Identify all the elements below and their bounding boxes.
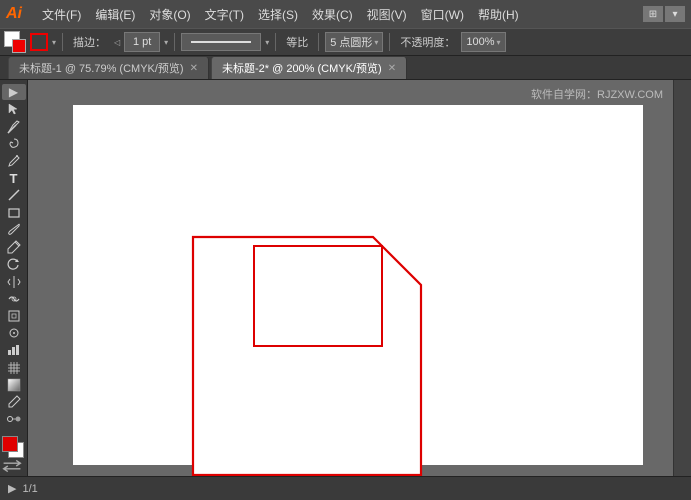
color-indicator[interactable] [2, 436, 26, 454]
fill-color-fg[interactable] [2, 436, 18, 452]
tab-1-label: 未标题-1 @ 75.79% (CMYK/预览) [19, 60, 184, 76]
tab-2-close[interactable]: ✕ [388, 63, 396, 74]
drawing-canvas [28, 80, 673, 476]
menu-select[interactable]: 选择(S) [252, 4, 304, 25]
tool-symbol[interactable] [2, 325, 26, 341]
stroke-value-input[interactable] [124, 32, 160, 52]
tab-2-label: 未标题-2* @ 200% (CMYK/预览) [222, 60, 382, 76]
menu-bar: 文件(F) 编辑(E) 对象(O) 文字(T) 选择(S) 效果(C) 视图(V… [36, 4, 639, 25]
tool-selection[interactable]: ▶ [2, 84, 26, 100]
sep3 [275, 33, 276, 51]
menu-effect[interactable]: 效果(C) [306, 4, 359, 25]
app-logo: Ai [6, 5, 28, 23]
sep5 [389, 33, 390, 51]
tool-mesh[interactable] [2, 360, 26, 376]
tool-eyedropper[interactable] [2, 394, 26, 410]
stroke-label: 描边： [69, 34, 110, 50]
stroke-square-icon[interactable] [30, 33, 48, 51]
status-text: ▶ [8, 482, 16, 495]
window-controls: ⊞ ▾ [643, 6, 685, 22]
opacity-dropdown[interactable]: 100% ▾ [461, 32, 505, 52]
stroke-chevron2[interactable]: ◁ [114, 38, 120, 47]
title-bar: Ai 文件(F) 编辑(E) 对象(O) 文字(T) 选择(S) 效果(C) 视… [0, 0, 691, 28]
tool-free-transform[interactable] [2, 308, 26, 324]
tool-line[interactable] [2, 187, 26, 203]
tool-reflect[interactable] [2, 273, 26, 289]
opacity-chevron: ▾ [497, 38, 501, 47]
status-bar: ▶ 1/1 [0, 476, 691, 500]
sep1 [62, 33, 63, 51]
stroke-chevron3[interactable]: ▾ [164, 38, 168, 47]
stroke-chevron[interactable]: ▾ [52, 38, 56, 47]
tool-warp[interactable] [2, 291, 26, 307]
ratio-label: 等比 [282, 34, 312, 50]
main-area: ▶ T [0, 80, 691, 476]
tool-pencil[interactable] [2, 239, 26, 255]
tool-blend[interactable] [2, 411, 26, 427]
tab-1[interactable]: 未标题-1 @ 75.79% (CMYK/预览) ✕ [8, 57, 209, 79]
swap-colors-btn[interactable] [2, 459, 26, 476]
tool-graph[interactable] [2, 342, 26, 358]
menu-view[interactable]: 视图(V) [361, 4, 413, 25]
toolbox: ▶ T [0, 80, 28, 476]
opacity-area: 不透明度： 100% ▾ [396, 32, 505, 52]
dropdown-icon[interactable]: ▾ [665, 6, 685, 22]
menu-edit[interactable]: 编辑(E) [89, 4, 141, 25]
tool-rectangle[interactable] [2, 205, 26, 221]
right-panel-strip [673, 80, 691, 476]
opacity-value: 100% [466, 36, 494, 48]
tool-paintbrush[interactable] [2, 222, 26, 238]
tool-pen[interactable] [2, 153, 26, 169]
menu-help[interactable]: 帮助(H) [472, 4, 525, 25]
tool-gradient[interactable] [2, 377, 26, 393]
canvas-area[interactable]: 软件自学网：RJZXW.COM [28, 80, 673, 476]
tool-magic-wand[interactable] [2, 118, 26, 134]
stroke-color-selector[interactable] [4, 31, 26, 53]
tab-2[interactable]: 未标题-2* @ 200% (CMYK/预览) ✕ [211, 57, 407, 79]
point-shape-dropdown[interactable]: 5 点圆形 ▾ [325, 32, 383, 52]
menu-window[interactable]: 窗口(W) [415, 4, 470, 25]
sep4 [318, 33, 319, 51]
point-shape-chevron: ▾ [374, 38, 378, 47]
tool-lasso[interactable] [2, 136, 26, 152]
stroke-line-selector[interactable] [181, 33, 261, 51]
tool-type[interactable]: T [2, 170, 26, 186]
toolbar: ▾ 描边： ◁ ▾ ▾ 等比 5 点圆形 ▾ 不透明度： 100% ▾ [0, 28, 691, 56]
point-shape-label: 5 点圆形 [330, 34, 372, 50]
stroke-line-chevron[interactable]: ▾ [265, 38, 269, 47]
tool-rotate[interactable] [2, 256, 26, 272]
floppy-inner-rect [254, 246, 382, 346]
stroke-line-preview [191, 41, 251, 43]
menu-text[interactable]: 文字(T) [199, 4, 250, 25]
sep2 [174, 33, 175, 51]
menu-object[interactable]: 对象(O) [143, 4, 196, 25]
tool-direct-selection[interactable] [2, 101, 26, 117]
menu-file[interactable]: 文件(F) [36, 4, 87, 25]
watermark-text: 软件自学网：RJZXW.COM [531, 86, 663, 102]
grid-icon[interactable]: ⊞ [643, 6, 663, 22]
opacity-label: 不透明度： [396, 34, 459, 50]
tab-1-close[interactable]: ✕ [190, 63, 198, 74]
artboard-nav[interactable]: 1/1 [22, 483, 37, 495]
tab-bar: 未标题-1 @ 75.79% (CMYK/预览) ✕ 未标题-2* @ 200%… [0, 56, 691, 80]
